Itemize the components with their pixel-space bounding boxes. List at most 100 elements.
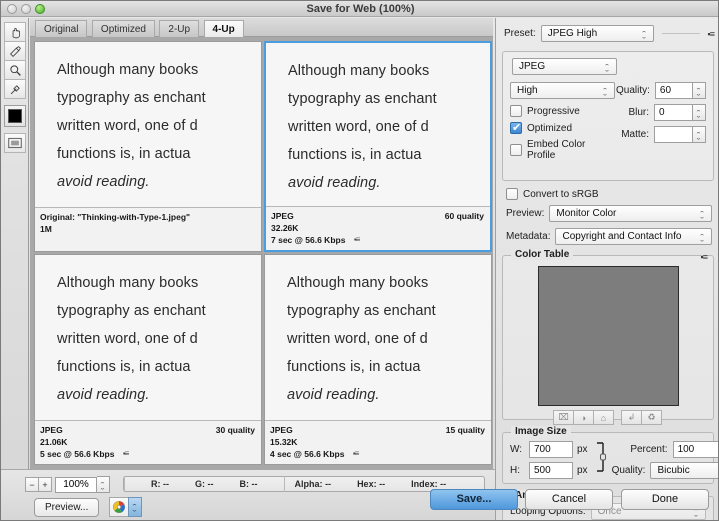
hand-tool-icon[interactable] (4, 22, 26, 42)
convert-to-srgb-row[interactable]: Convert to sRGB (506, 188, 712, 200)
cancel-button[interactable]: Cancel (525, 489, 613, 510)
preview-line: typography as enchant (57, 90, 206, 106)
settings-panel: Preset: JPEG High ▪≡ JPEG High Progressi… (495, 18, 718, 520)
matte-stepper[interactable] (693, 126, 706, 143)
preview-line: typography as enchant (57, 303, 206, 319)
blue-value: -- (251, 479, 258, 489)
tab-4up[interactable]: 4-Up (203, 20, 244, 37)
pane-menu-icon[interactable]: ▪≡ (123, 448, 129, 460)
color-table-menu-icon[interactable]: ▪≡ (701, 252, 709, 262)
tab-2up[interactable]: 2-Up (159, 20, 200, 37)
preview-grid: Although many books typography as enchan… (30, 37, 493, 471)
eyedropper-tool-icon[interactable] (4, 79, 26, 99)
preview-line: functions is, in actua (288, 147, 422, 163)
delete-color-icon[interactable]: ♻ (641, 410, 662, 425)
green-label: G: (195, 479, 206, 489)
save-for-web-window: Save for Web (100%) Original Optimized 2… (0, 0, 719, 521)
pane-quality: 30 quality (215, 425, 255, 435)
blur-label: Blur: (628, 107, 649, 118)
preview-pane-optimized-30[interactable]: Although many books typography as enchan… (34, 254, 262, 465)
convert-to-srgb-checkbox[interactable] (506, 188, 518, 200)
preview-pane-optimized-15[interactable]: Although many books typography as enchan… (264, 254, 492, 465)
pane-format: Original: "Thinking-with-Type-1.jpeg" (40, 212, 191, 222)
preview-line: Although many books (287, 275, 429, 291)
color-table-swatches[interactable] (537, 266, 679, 406)
foreground-color-swatch[interactable] (4, 105, 26, 127)
progressive-checkbox[interactable] (510, 105, 522, 117)
slice-select-tool-icon[interactable] (4, 41, 26, 61)
resample-quality-dropdown[interactable]: Bicubic (650, 461, 718, 479)
save-button[interactable]: Save... (430, 489, 518, 510)
optimized-label: Optimized (527, 122, 573, 134)
preview-line: functions is, in actua (57, 359, 191, 375)
zoom-controls: − + 100% (25, 476, 110, 493)
preview-line: written word, one of d (288, 119, 429, 135)
done-button[interactable]: Done (621, 489, 709, 510)
image-size-group: Image Size W: 700 px H: 500 px Percent: … (502, 426, 718, 484)
zoom-out-button[interactable]: − (25, 477, 39, 492)
preview-pane-original[interactable]: Although many books typography as enchan… (34, 41, 262, 252)
pane-download-speed: 4 sec @ 56.6 Kbps (270, 449, 345, 459)
zoom-level-stepper[interactable] (97, 476, 110, 493)
preset-dropdown[interactable]: JPEG High (540, 25, 654, 42)
embed-color-profile-checkbox[interactable] (510, 144, 522, 156)
pane-download-speed: 7 sec @ 56.6 Kbps (271, 235, 346, 245)
preview-line: functions is, in actua (57, 146, 191, 162)
preview-line: written word, one of d (57, 118, 198, 134)
web-shift-color-icon[interactable]: ◑ (573, 410, 594, 425)
progressive-row[interactable]: Progressive (510, 105, 616, 117)
lock-color-icon[interactable]: ⌂ (593, 410, 614, 425)
percent-input[interactable]: 100 (672, 440, 718, 458)
optimized-row[interactable]: Optimized (510, 121, 616, 134)
status-bar: − + 100% R: -- G: -- B: -- Alpha: -- (1, 469, 495, 520)
toggle-slices-visibility-icon[interactable] (4, 133, 26, 153)
matte-label: Matte: (621, 129, 649, 140)
pane-menu-icon[interactable]: ▪≡ (353, 448, 359, 460)
embed-color-profile-row[interactable]: Embed Color Profile (510, 139, 616, 161)
preset-menu-icon[interactable]: ▪≡ (708, 29, 716, 39)
optimized-checkbox[interactable] (510, 121, 522, 134)
tools-palette (1, 18, 29, 520)
width-unit: px (577, 443, 588, 455)
quality-stepper[interactable] (693, 82, 706, 99)
pane-size: 1M (40, 223, 52, 234)
pane-download-speed: 5 sec @ 56.6 Kbps (40, 449, 115, 459)
browser-icon[interactable] (109, 497, 129, 517)
preview-in-browser-button[interactable]: Preview... (34, 498, 100, 517)
quality-value[interactable]: 60 (654, 82, 694, 99)
preview-line-italic: avoid reading. (287, 387, 380, 403)
file-format-dropdown[interactable]: JPEG (512, 58, 617, 75)
new-color-icon[interactable]: ↲ (621, 410, 642, 425)
red-label: R: (151, 479, 161, 489)
pane-info-optimized-30: JPEG 30 quality 21.06K 5 sec @ 56.6 Kbps… (35, 420, 261, 464)
browser-selector[interactable] (109, 497, 142, 517)
tab-optimized[interactable]: Optimized (91, 20, 155, 37)
height-input[interactable]: 500 (529, 461, 573, 479)
progressive-label: Progressive (527, 105, 580, 117)
pane-menu-icon[interactable]: ▪≡ (354, 234, 360, 246)
compression-quality-dropdown[interactable]: High (510, 82, 615, 99)
blur-value[interactable]: 0 (654, 104, 693, 121)
width-label: W: (510, 443, 523, 455)
width-input[interactable]: 700 (529, 440, 573, 458)
tab-original[interactable]: Original (35, 20, 88, 37)
map-to-transparency-icon[interactable]: ⌧ (553, 410, 574, 425)
height-label: H: (510, 464, 520, 476)
preview-pane-optimized-60[interactable]: Although many books typography as enchan… (264, 41, 492, 252)
zoom-tool-icon[interactable] (4, 60, 26, 80)
metadata-dropdown[interactable]: Copyright and Contact Info (555, 228, 712, 245)
browser-selector-stepper[interactable] (128, 497, 142, 517)
blur-stepper[interactable] (693, 104, 706, 121)
zoom-level-input[interactable]: 100% (55, 476, 97, 493)
pane-info-optimized-60: JPEG 60 quality 32.26K 7 sec @ 56.6 Kbps… (266, 206, 490, 250)
pane-info-optimized-15: JPEG 15 quality 15.32K 4 sec @ 56.6 Kbps… (265, 420, 491, 464)
pane-info-original: Original: "Thinking-with-Type-1.jpeg" 1M (35, 207, 261, 251)
height-unit: px (577, 464, 588, 476)
zoom-in-button[interactable]: + (38, 477, 52, 492)
preview-color-dropdown[interactable]: Monitor Color (549, 205, 712, 222)
pane-size: 32.26K (271, 222, 299, 233)
metadata-label: Metadata: (506, 231, 551, 242)
constrain-proportions-icon[interactable] (595, 440, 609, 479)
matte-value[interactable] (654, 126, 693, 143)
hex-label: Hex: (357, 479, 377, 489)
